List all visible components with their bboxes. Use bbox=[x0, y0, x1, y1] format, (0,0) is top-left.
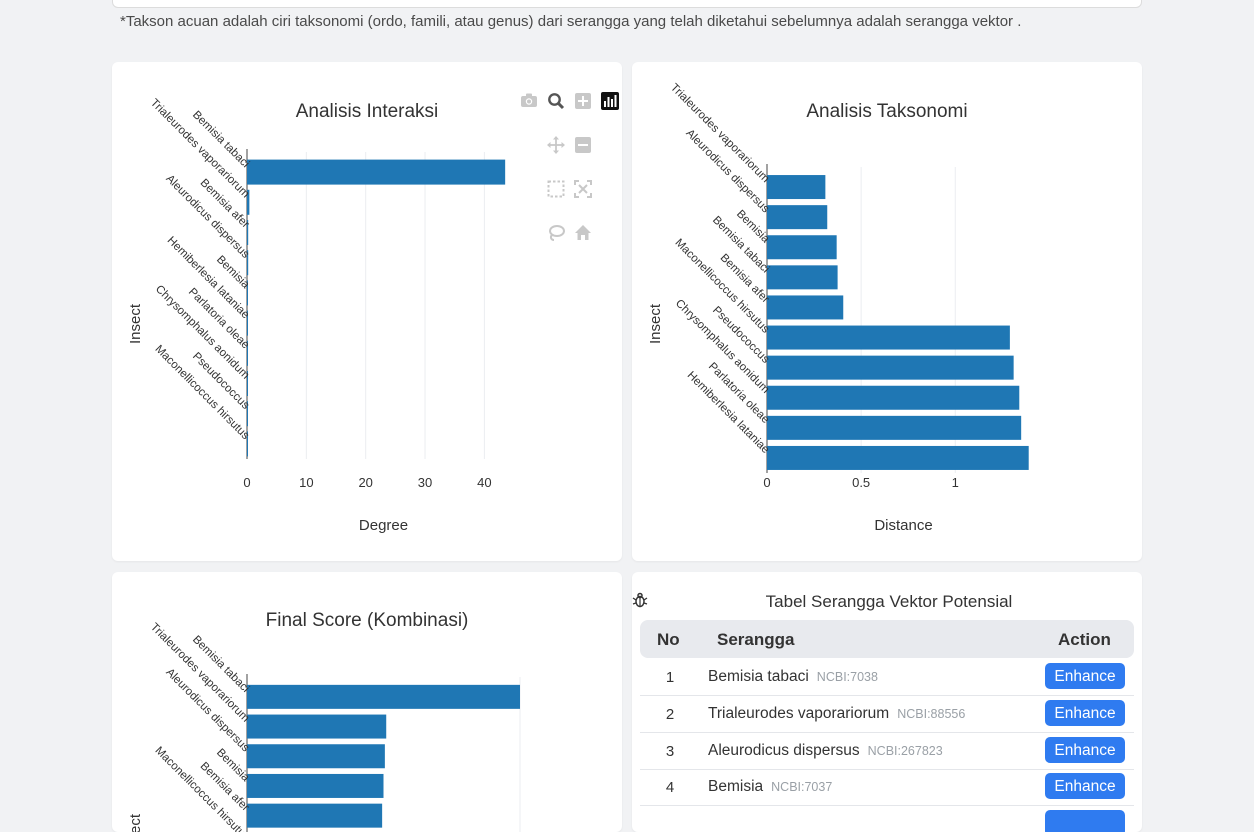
enhance-button[interactable]: Enhance bbox=[1045, 773, 1125, 800]
chart-title: Analisis Taksonomi bbox=[806, 101, 967, 122]
note-container bbox=[112, 0, 1142, 8]
x-tick-label: 1 bbox=[952, 475, 959, 490]
x-tick-label: 0 bbox=[243, 475, 250, 490]
plot-modebar bbox=[517, 90, 619, 250]
insect-name-text: Trialeurodes vaporariorum bbox=[708, 704, 890, 722]
x-tick-label: 0.5 bbox=[852, 475, 870, 490]
bar bbox=[767, 445, 1029, 470]
row-number: 3 bbox=[665, 742, 675, 760]
bar bbox=[247, 714, 387, 739]
bar bbox=[767, 295, 844, 320]
x-tick-label: 20 bbox=[358, 475, 372, 490]
zoom-icon[interactable] bbox=[547, 92, 567, 112]
insect-name: Aleurodicus dispersus NCBI:267823 bbox=[708, 742, 943, 760]
chart-card-final-score: Bemisia tabaci Trialeurodes vaporariorum A… bbox=[112, 572, 622, 832]
table-row: 1 Bemisia tabaci NCBI:7038 Enhance bbox=[640, 659, 1134, 696]
table-row bbox=[640, 806, 1134, 832]
chart-title: Final Score (Kombinasi) bbox=[266, 610, 469, 631]
table-header: No Serangga Action bbox=[640, 620, 1134, 658]
bar bbox=[247, 773, 384, 798]
insect-name-text: Bemisia bbox=[708, 778, 764, 796]
enhance-button[interactable] bbox=[1045, 810, 1125, 832]
insect-name: Trialeurodes vaporariorum NCBI:88556 bbox=[708, 705, 965, 723]
bar bbox=[247, 684, 520, 709]
header-no: No bbox=[657, 630, 680, 649]
table-title-text: Tabel Serangga Vektor Potensial bbox=[765, 592, 1013, 611]
insect-name-text: Bemisia tabaci bbox=[708, 668, 809, 685]
x-tick-label: 10 bbox=[299, 475, 313, 490]
header-action: Action bbox=[1058, 630, 1111, 649]
insect-name: Bemisia NCBI:7037 bbox=[708, 778, 832, 796]
bar bbox=[767, 325, 1010, 350]
bar bbox=[767, 355, 1014, 380]
bar bbox=[767, 235, 837, 260]
enhance-button[interactable]: Enhance bbox=[1045, 699, 1125, 726]
bar bbox=[767, 175, 826, 200]
table-title: Tabel Serangga Vektor Potensial bbox=[632, 592, 1142, 612]
header-insect: Serangga bbox=[717, 630, 795, 649]
camera-icon[interactable] bbox=[520, 92, 540, 112]
bar-chart-icon[interactable] bbox=[601, 92, 621, 112]
row-number: 4 bbox=[665, 779, 675, 797]
bar bbox=[767, 265, 838, 290]
chart-card-taxonomy: 0 0.5 1 Trialeurodes vaporariorum Aleurodicu… bbox=[632, 62, 1142, 561]
home-icon[interactable] bbox=[574, 224, 594, 244]
zoom-out-icon[interactable] bbox=[574, 136, 594, 156]
x-tick-label: 30 bbox=[418, 475, 432, 490]
bar bbox=[767, 205, 828, 230]
bar bbox=[247, 744, 385, 769]
y-axis-label: Insect bbox=[647, 303, 664, 344]
ncbi-id: NCBI:88556 bbox=[897, 706, 966, 721]
y-axis-label: Insect bbox=[127, 303, 144, 344]
row-number: 2 bbox=[665, 705, 675, 723]
final-score-chart: Bemisia tabaciTrialeurodes vaporariorumA… bbox=[127, 610, 521, 832]
bar bbox=[767, 415, 1022, 440]
x-axis-label: Distance bbox=[874, 517, 932, 534]
reference-taxon-note: *Takson acuan adalah ciri taksonomi (ord… bbox=[120, 13, 1022, 30]
table-row: 2 Trialeurodes vaporariorum NCBI:88556 Enha… bbox=[640, 696, 1134, 733]
chart-card-interaction: 0 10 20 30 40 Bemisia tabaci Trialeurodes vapo… bbox=[112, 62, 622, 561]
chart-title: Analisis Interaksi bbox=[296, 101, 439, 122]
enhance-button[interactable]: Enhance bbox=[1045, 663, 1125, 689]
row-number: 1 bbox=[665, 669, 675, 686]
x-axis-label: Degree bbox=[359, 517, 408, 534]
table-row: 3 Aleurodicus dispersus NCBI:267823 Enhance bbox=[640, 733, 1134, 770]
bar bbox=[247, 159, 506, 185]
bar bbox=[767, 385, 1020, 410]
table-row: 4 Bemisia NCBI:7037 Enhance bbox=[640, 769, 1134, 807]
insect-name bbox=[708, 815, 716, 832]
ncbi-id: NCBI:7038 bbox=[816, 670, 878, 684]
x-tick-label: 0 bbox=[763, 475, 770, 490]
lasso-icon[interactable] bbox=[547, 224, 567, 244]
autoscale-icon[interactable] bbox=[574, 180, 594, 200]
ncbi-id: NCBI:7037 bbox=[771, 780, 833, 795]
y-tick-label: Maconellicoccus hirsutus bbox=[152, 745, 251, 832]
x-tick-label: 40 bbox=[477, 475, 491, 490]
insect-name-text: Aleurodicus dispersus bbox=[708, 741, 860, 759]
ncbi-id: NCBI:267823 bbox=[867, 743, 943, 758]
vector-table-card: Tabel Serangga Vektor Potensial No Seran… bbox=[632, 572, 1142, 832]
taxonomy-chart: 0 0.5 1Trialeurodes vaporariorumAleurodicu… bbox=[647, 82, 1029, 534]
pan-icon[interactable] bbox=[547, 136, 567, 156]
insect-name: Bemisia tabaci NCBI:7038 bbox=[708, 668, 878, 686]
zoom-in-icon[interactable] bbox=[574, 92, 594, 112]
enhance-button[interactable]: Enhance bbox=[1045, 736, 1125, 763]
box-select-icon[interactable] bbox=[547, 180, 567, 200]
